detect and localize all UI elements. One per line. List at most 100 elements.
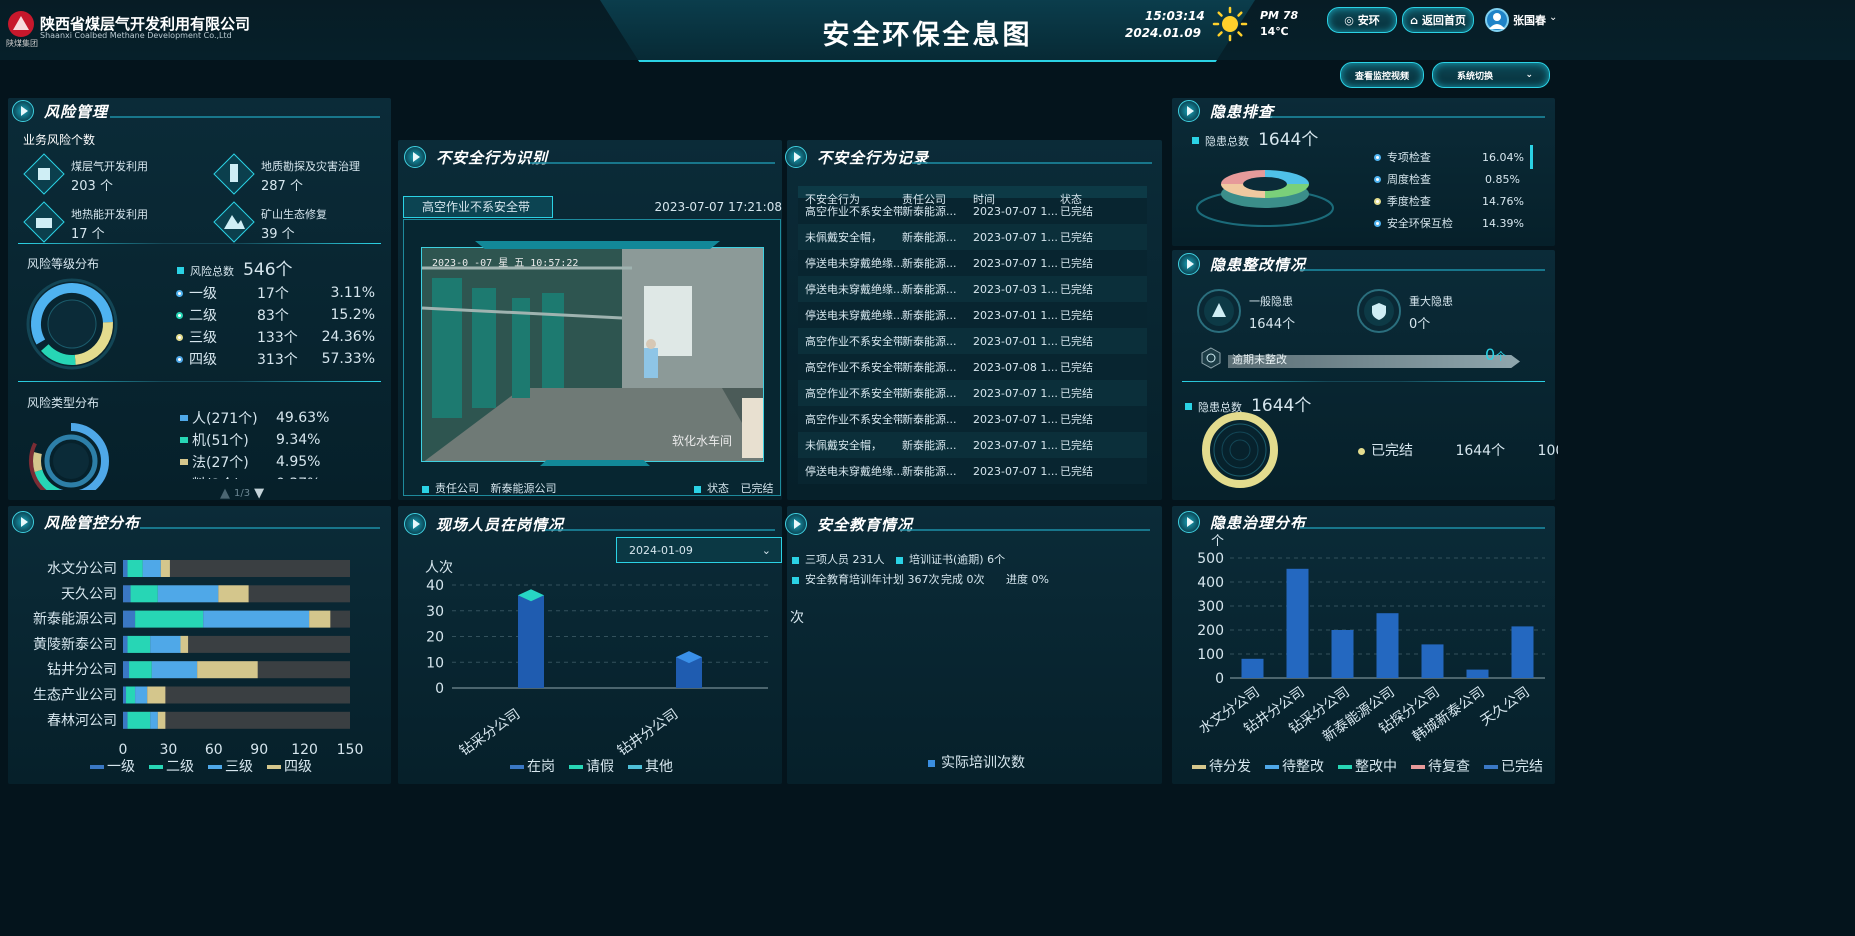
legend-dot xyxy=(176,311,183,319)
table-cell: 已完结 xyxy=(1060,361,1093,374)
staff-chart: 人次 0 10 20 30 40 钻采分公司 钻井分公司 xyxy=(425,560,768,755)
view-video-button[interactable]: 查看监控视频 xyxy=(1340,62,1424,88)
records-table[interactable]: 不安全行为 责任公司 时间 状态 高空作业不系安全带 新泰能源... 2023-07… xyxy=(798,186,1147,489)
scrollbar[interactable] xyxy=(1530,145,1533,169)
user-dropdown-icon[interactable]: ⌄ xyxy=(1549,12,1557,23)
capture-datetime: 2023-07-07 17:21:08 xyxy=(654,200,782,214)
hazard-fix-header: 隐患整改情况 xyxy=(1178,250,1306,278)
pm-value: PM 78 xyxy=(1260,9,1299,22)
level-dist-label: 风险等级分布 xyxy=(27,257,100,271)
arrow-badge-icon xyxy=(12,100,34,122)
legend-swatch xyxy=(928,759,935,767)
table-cell: 高空作业不系安全带 xyxy=(805,361,902,374)
bar-segment xyxy=(123,711,128,729)
table-row[interactable]: 未佩戴安全帽， 新泰能源... 2023-07-07 1... 已完结 xyxy=(798,432,1147,458)
safety-button[interactable]: ◎ 安环 xyxy=(1327,7,1397,33)
table-row[interactable]: 停送电未穿戴绝缘... 新泰能源... 2023-07-03 1... 已完结 xyxy=(798,276,1147,302)
page-up-icon[interactable]: ▲ xyxy=(220,486,230,501)
pager-text: 1/3 xyxy=(234,488,251,499)
legend-label: 请假 xyxy=(586,759,614,775)
company-value: 新泰能源公司 xyxy=(490,482,557,495)
table-cell: 新泰能源... xyxy=(902,283,957,296)
arrow-badge-icon xyxy=(1178,100,1200,122)
divider xyxy=(1182,381,1545,382)
bar-segment xyxy=(150,635,181,653)
tick-label: 100 xyxy=(1197,647,1224,663)
legend-swatch xyxy=(180,415,188,421)
table-row[interactable]: 停送电未穿戴绝缘... 新泰能源... 2023-07-07 1... 已完结 xyxy=(798,250,1147,276)
risk-total: 风险总数 546个 xyxy=(177,255,293,280)
tick-label: 20 xyxy=(426,630,444,646)
legend-item: 待分发 xyxy=(1192,756,1251,776)
table-cell: 2023-07-07 1... xyxy=(973,230,1058,244)
hazard-check-row: 季度检查 14.76% xyxy=(1374,190,1524,212)
legend-dot xyxy=(1374,175,1381,183)
table-row[interactable]: 停送电未穿戴绝缘... 新泰能源... 2023-07-07 1... 已完结 xyxy=(798,458,1147,484)
bar-segment xyxy=(127,711,151,729)
risk-ctrl-header: 风险管控分布 xyxy=(12,508,140,536)
level-pct: 24.36% xyxy=(321,329,375,345)
category-label: 生态产业公司 xyxy=(33,688,117,704)
biz-item-name: 地热能开发利用 xyxy=(71,208,148,221)
user-name[interactable]: 张国春 xyxy=(1513,12,1546,28)
legend-swatch xyxy=(1484,765,1498,769)
legend-dot xyxy=(176,333,183,341)
camera-frame-top xyxy=(475,241,720,249)
table-row[interactable]: 高空作业不系安全带 新泰能源... 2023-07-07 1... 已完结 xyxy=(798,406,1147,432)
legend-swatch xyxy=(267,765,281,769)
check-pct: 14.76% xyxy=(1482,194,1524,208)
type-pct: 49.63% xyxy=(276,410,330,426)
staff-legend: 在岗 请假 其他 xyxy=(510,756,673,776)
level-name: 二级 xyxy=(189,308,217,324)
level-count: 313个 xyxy=(257,352,298,368)
bar-segment xyxy=(147,686,166,704)
bullet-icon xyxy=(694,485,701,493)
bar-segment xyxy=(123,686,127,704)
overdue-unit: 个 xyxy=(1495,350,1507,363)
legend-dot xyxy=(1374,153,1381,161)
table-cell: 新泰能源... xyxy=(902,439,957,452)
table-row[interactable]: 高空作业不系安全带 新泰能源... 2023-07-08 1... 已完结 xyxy=(798,354,1147,380)
pager: ▲ 1/3 ▼ xyxy=(220,486,264,501)
bar-segment xyxy=(135,610,204,628)
bullet-icon xyxy=(422,485,429,493)
bar xyxy=(518,595,544,688)
company-label: 责任公司 xyxy=(435,482,479,495)
table-cell: 停送电未穿戴绝缘... xyxy=(805,283,902,296)
edu-legend-label: 实际培训次数 xyxy=(941,755,1025,771)
arrow-badge-icon xyxy=(12,511,34,533)
system-switch-select[interactable]: 系统切换 ⌄ xyxy=(1432,62,1550,88)
bar-segment xyxy=(150,711,158,729)
unsafe-rec-header: 不安全行为记录 xyxy=(785,143,929,171)
tick-label: 300 xyxy=(1197,599,1224,615)
biz-item-geothermal: 地热能开发利用 17 个 xyxy=(22,200,202,244)
table-cell: 新泰能源... xyxy=(902,231,957,244)
major-hazard-label: 重大隐患 xyxy=(1409,295,1453,308)
edu-legend: 实际培训次数 xyxy=(928,752,1025,772)
level-count: 17个 xyxy=(257,286,289,302)
table-row[interactable]: 高空作业不系安全带 新泰能源... 2023-07-01 1... 已完结 xyxy=(798,328,1147,354)
camera-feed[interactable]: 2023-0 -07 星 五 10:57:22 软化水车间 xyxy=(421,247,764,462)
table-row[interactable]: 高空作业不系安全带 新泰能源... 2023-07-07 1... 已完结 xyxy=(798,380,1147,406)
user-avatar[interactable] xyxy=(1485,8,1509,32)
page-down-icon[interactable]: ▼ xyxy=(254,486,264,501)
camera-frame-bottom xyxy=(540,460,650,466)
legend-label: 整改中 xyxy=(1355,759,1397,775)
type-pct: 9.34% xyxy=(276,432,321,448)
table-cell: 新泰能源... xyxy=(902,257,957,270)
legend-swatch xyxy=(1411,765,1425,769)
biz-item-name: 矿山生态修复 xyxy=(261,208,327,221)
category-label: 春林河公司 xyxy=(47,713,117,729)
table-row[interactable]: 停送电未穿戴绝缘... 新泰能源... 2023-07-01 1... 已完结 xyxy=(798,302,1147,328)
tick-label: 200 xyxy=(1197,623,1224,639)
category-label: 水文分公司 xyxy=(47,561,117,577)
home-button[interactable]: ⌂ 返回首页 xyxy=(1402,7,1474,33)
legend-item: 请假 xyxy=(569,756,614,776)
training-plan: 安全教育培训年计划 367次 xyxy=(805,573,940,586)
three-persons-count: 三项人员 231人 xyxy=(805,553,885,566)
level-row: 四级 313个 57.33% xyxy=(176,348,376,370)
type-name: 法(27个) xyxy=(192,455,249,471)
table-row[interactable]: 未佩戴安全帽， 新泰能源... 2023-07-07 1... 已完结 xyxy=(798,224,1147,250)
risk-total-label: 风险总数 xyxy=(190,265,234,278)
type-donut xyxy=(28,418,114,490)
